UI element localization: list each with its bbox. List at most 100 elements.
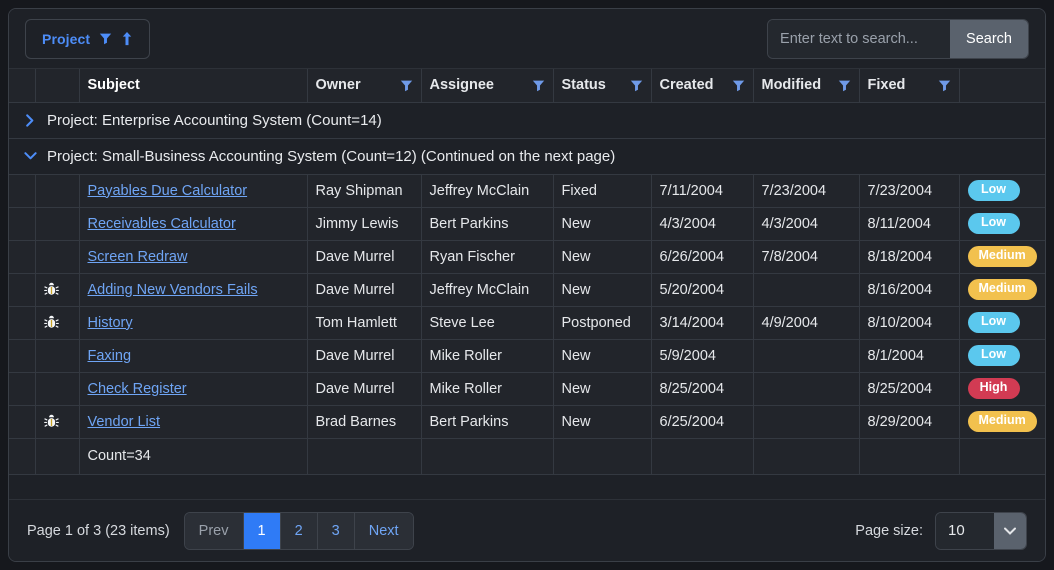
cell-subject[interactable]: Receivables Calculator bbox=[79, 207, 308, 241]
header-status[interactable]: Status bbox=[553, 69, 652, 103]
header-created[interactable]: Created bbox=[651, 69, 754, 103]
cell-status: New bbox=[553, 339, 652, 373]
group-by-chip-project[interactable]: Project bbox=[25, 18, 151, 59]
cell-subject[interactable]: Screen Redraw bbox=[79, 240, 308, 274]
header-icon bbox=[35, 69, 80, 103]
cell-assignee: Jeffrey McClain bbox=[421, 174, 554, 208]
chevron-down-icon[interactable] bbox=[17, 150, 43, 162]
chevron-down-icon[interactable] bbox=[994, 512, 1026, 549]
cell-owner: Dave Murrel bbox=[307, 372, 422, 406]
row-expand-cell bbox=[9, 207, 36, 241]
cell-subject[interactable]: Vendor List bbox=[79, 405, 308, 439]
table-row[interactable]: Payables Due Calculator Ray Shipman Jeffre… bbox=[9, 174, 1045, 208]
table-row[interactable]: Screen Redraw Dave Murrel Ryan Fischer New 6… bbox=[9, 240, 1045, 274]
header-assignee-label: Assignee bbox=[429, 77, 494, 94]
group-chip-label: Project bbox=[42, 30, 91, 47]
grid-footer: Page 1 of 3 (23 items) Prev 1 2 3 Next P… bbox=[9, 499, 1045, 561]
page-button-2[interactable]: 2 bbox=[280, 512, 318, 549]
total-priority-cell bbox=[959, 438, 1045, 475]
cell-fixed: 8/18/2004 bbox=[859, 240, 960, 274]
cell-priority: Medium bbox=[959, 405, 1045, 439]
page-button-3[interactable]: 3 bbox=[317, 512, 355, 549]
data-grid-panel: Project Search bbox=[8, 8, 1046, 562]
row-icon-cell bbox=[35, 339, 80, 373]
header-priority bbox=[959, 69, 1045, 103]
funnel-icon-modified[interactable] bbox=[838, 79, 851, 92]
cell-subject[interactable]: Adding New Vendors Fails bbox=[79, 273, 308, 307]
total-owner-cell bbox=[307, 438, 422, 475]
cell-created: 7/11/2004 bbox=[651, 174, 754, 208]
grid-toolbar: Project Search bbox=[9, 9, 1045, 69]
table-row[interactable]: Receivables Calculator Jimmy Lewis Bert Pa… bbox=[9, 207, 1045, 241]
header-modified[interactable]: Modified bbox=[753, 69, 860, 103]
funnel-icon[interactable] bbox=[99, 32, 112, 45]
subject-link[interactable]: Adding New Vendors Fails bbox=[88, 282, 258, 298]
cell-owner: Ray Shipman bbox=[307, 174, 422, 208]
header-assignee[interactable]: Assignee bbox=[421, 69, 554, 103]
page-size-value: 10 bbox=[936, 512, 994, 549]
row-expand-cell bbox=[9, 273, 36, 307]
cell-priority: Medium bbox=[959, 240, 1045, 274]
subject-link[interactable]: Check Register bbox=[88, 381, 187, 397]
cell-priority: Low bbox=[959, 207, 1045, 241]
header-fixed-label: Fixed bbox=[867, 77, 906, 94]
search-box: Search bbox=[767, 18, 1029, 59]
cell-fixed: 8/25/2004 bbox=[859, 372, 960, 406]
cell-created: 4/3/2004 bbox=[651, 207, 754, 241]
cell-modified: 4/9/2004 bbox=[753, 306, 860, 340]
priority-badge: Medium bbox=[967, 411, 1037, 432]
funnel-icon-fixed[interactable] bbox=[938, 79, 951, 92]
cell-subject[interactable]: Payables Due Calculator bbox=[79, 174, 308, 208]
subject-link[interactable]: Faxing bbox=[88, 348, 132, 364]
table-row[interactable]: Vendor List Brad Barnes Bert Parkins New 6/2… bbox=[9, 405, 1045, 439]
table-row[interactable]: Adding New Vendors Fails Dave Murrel Jeffr… bbox=[9, 273, 1045, 307]
group-row[interactable]: Project: Enterprise Accounting System (C… bbox=[9, 102, 1045, 139]
priority-badge: Low bbox=[967, 345, 1020, 366]
group-row-cell[interactable]: Project: Enterprise Accounting System (C… bbox=[9, 102, 1045, 139]
search-input[interactable] bbox=[768, 19, 951, 58]
cell-assignee: Bert Parkins bbox=[421, 207, 554, 241]
table-row[interactable]: History Tom Hamlett Steve Lee Postponed 3/14… bbox=[9, 306, 1045, 340]
page-size-select[interactable]: 10 bbox=[935, 511, 1027, 550]
cell-priority: High bbox=[959, 372, 1045, 406]
subject-link[interactable]: Vendor List bbox=[88, 414, 161, 430]
row-expand-cell bbox=[9, 372, 36, 406]
header-subject[interactable]: Subject bbox=[79, 69, 308, 103]
row-icon-cell bbox=[35, 207, 80, 241]
table-row[interactable]: Check Register Dave Murrel Mike Roller New 8… bbox=[9, 372, 1045, 406]
cell-priority: Medium bbox=[959, 273, 1045, 307]
subject-link[interactable]: Payables Due Calculator bbox=[88, 183, 248, 199]
funnel-icon-created[interactable] bbox=[732, 79, 745, 92]
priority-badge: Medium bbox=[967, 246, 1037, 267]
table-row[interactable]: Faxing Dave Murrel Mike Roller New 5/9/2004 8… bbox=[9, 339, 1045, 373]
cell-subject[interactable]: History bbox=[79, 306, 308, 340]
cell-assignee: Mike Roller bbox=[421, 372, 554, 406]
header-owner[interactable]: Owner bbox=[307, 69, 422, 103]
group-row-cell[interactable]: Project: Small-Business Accounting Syste… bbox=[9, 138, 1045, 175]
funnel-icon-status[interactable] bbox=[630, 79, 643, 92]
cell-subject[interactable]: Faxing bbox=[79, 339, 308, 373]
funnel-icon-assignee[interactable] bbox=[532, 79, 545, 92]
cell-status: New bbox=[553, 240, 652, 274]
arrow-up-icon[interactable] bbox=[121, 31, 133, 46]
search-button[interactable]: Search bbox=[950, 19, 1028, 58]
page-button-1[interactable]: 1 bbox=[243, 512, 281, 549]
table-header: Subject Owner Assignee Status Created Mo… bbox=[9, 69, 1045, 103]
next-page-button[interactable]: Next bbox=[354, 512, 413, 549]
funnel-icon-owner[interactable] bbox=[400, 79, 413, 92]
cell-fixed: 8/1/2004 bbox=[859, 339, 960, 373]
row-expand-cell bbox=[9, 339, 36, 373]
header-fixed[interactable]: Fixed bbox=[859, 69, 960, 103]
prev-page-button[interactable]: Prev bbox=[184, 512, 244, 549]
subject-link[interactable]: History bbox=[88, 315, 133, 331]
cell-subject[interactable]: Check Register bbox=[79, 372, 308, 406]
header-expand bbox=[9, 69, 36, 103]
bug-icon bbox=[35, 273, 80, 307]
cell-modified bbox=[753, 372, 860, 406]
page-size-label: Page size: bbox=[855, 522, 923, 539]
group-row[interactable]: Project: Small-Business Accounting Syste… bbox=[9, 138, 1045, 175]
total-expand-cell bbox=[9, 438, 36, 475]
chevron-right-icon[interactable] bbox=[17, 113, 43, 127]
subject-link[interactable]: Screen Redraw bbox=[88, 249, 188, 265]
subject-link[interactable]: Receivables Calculator bbox=[88, 216, 236, 232]
